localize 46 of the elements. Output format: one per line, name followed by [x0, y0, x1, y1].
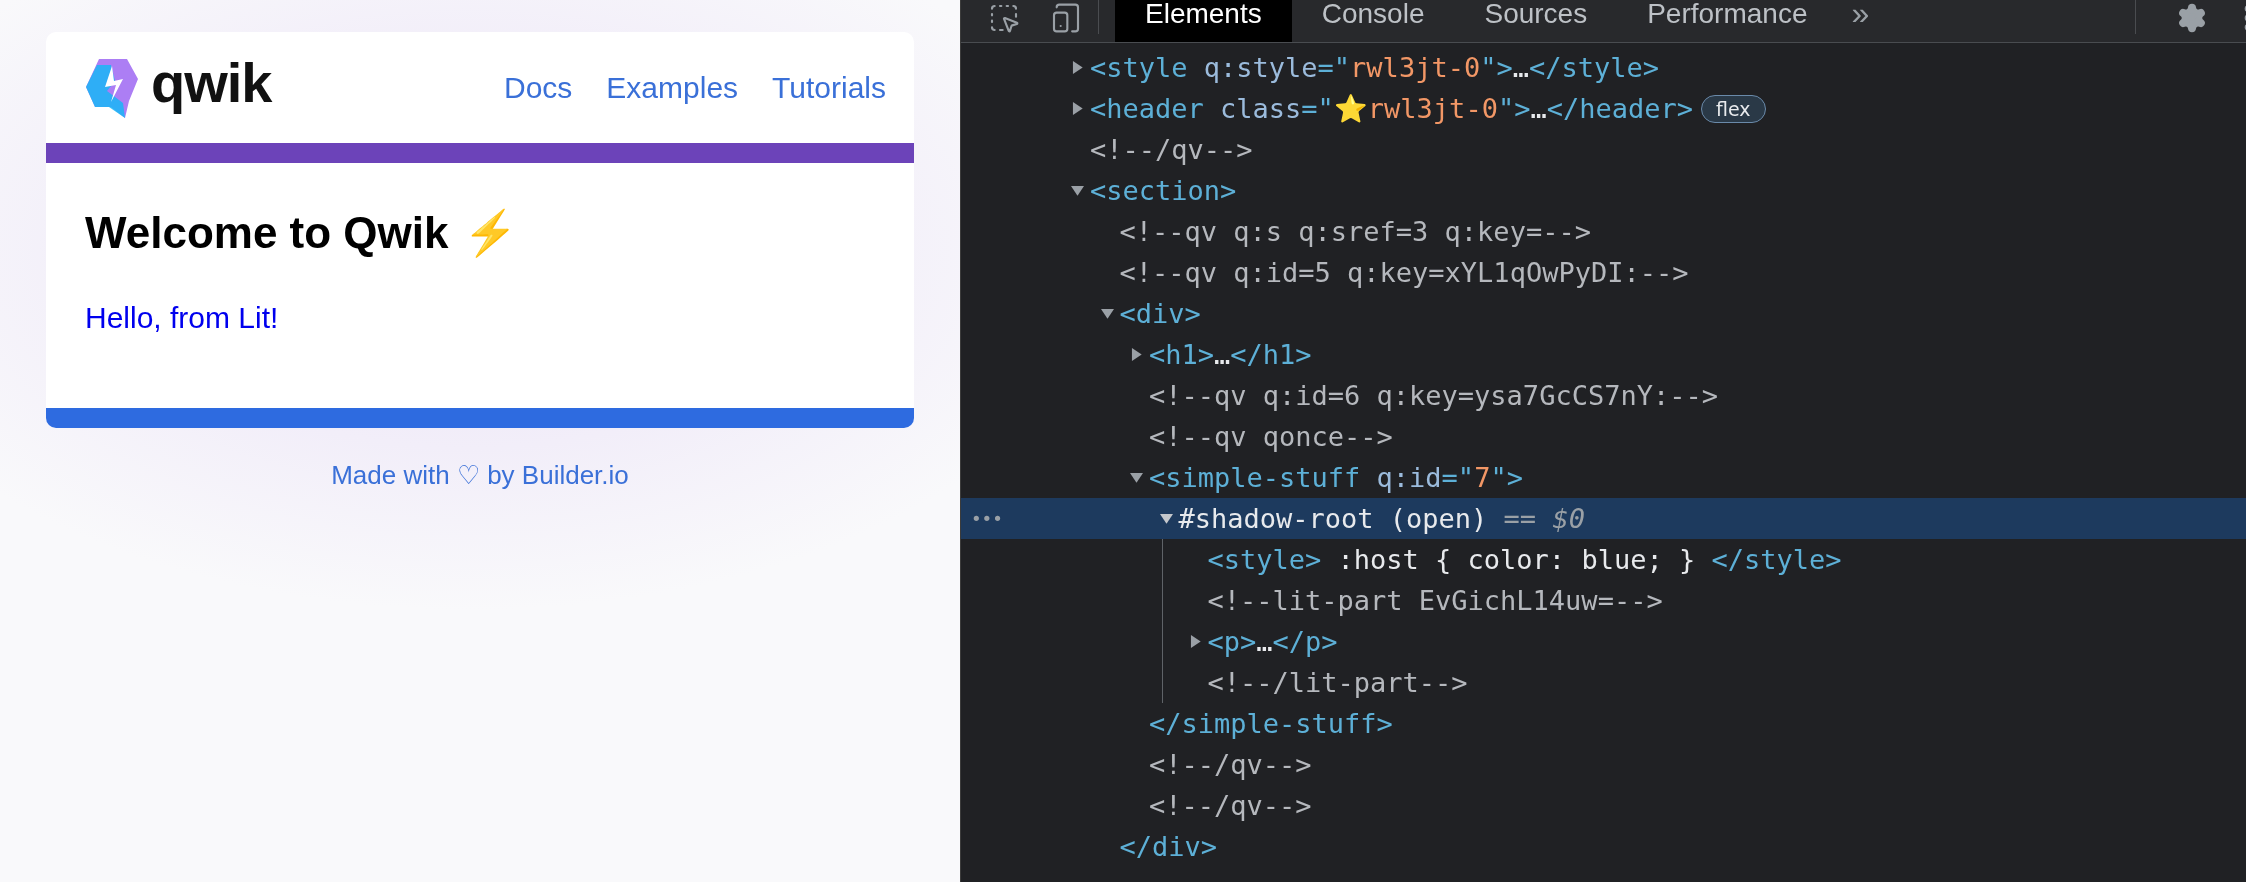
- footer-credit: Made with ♡ by Builder.io: [331, 460, 629, 490]
- devtools-tab[interactable]: Console: [1291, 0, 1455, 42]
- inspect-icon[interactable]: [988, 2, 1020, 34]
- element-node-row[interactable]: <section>: [961, 170, 2246, 211]
- collapsed-triangle-icon[interactable]: [1071, 61, 1084, 74]
- element-node-row[interactable]: <h1>…</h1>: [961, 334, 2246, 375]
- more-tabs-button[interactable]: »: [1837, 0, 1884, 26]
- comment-node-row[interactable]: <!--/qv-->: [961, 744, 2246, 785]
- element-node-row[interactable]: <header class="⭐rwl3jt-0">…</header> flex: [961, 88, 2246, 129]
- element-node-row[interactable]: <style> :host { color: blue; } </style>: [1162, 539, 2246, 580]
- shadow-root-row[interactable]: ••• #shadow-root (open) == $0: [961, 498, 2246, 539]
- devtools-tab[interactable]: Elements: [1115, 0, 1292, 42]
- logo-icon: [85, 56, 139, 119]
- flex-badge[interactable]: flex: [1701, 94, 1766, 123]
- collapsed-triangle-icon[interactable]: [1188, 635, 1202, 648]
- nav-link[interactable]: Tutorials: [772, 70, 886, 105]
- nav-link[interactable]: Examples: [606, 70, 739, 105]
- collapsed-triangle-icon[interactable]: [1130, 348, 1143, 361]
- nav-link[interactable]: Docs: [504, 70, 573, 105]
- element-node-row[interactable]: <style q:style="rwl3jt-0">…</style>: [961, 47, 2246, 88]
- collapsed-triangle-icon[interactable]: [1071, 102, 1084, 115]
- closing-tag-row[interactable]: </simple-stuff>: [961, 703, 2246, 744]
- comment-node-row[interactable]: <!--qv q:id=6 q:key=ysa7GcCS7nY:-->: [961, 375, 2246, 416]
- expanded-triangle-icon[interactable]: [1159, 512, 1173, 525]
- comment-node-row[interactable]: <!--/qv-->: [961, 129, 2246, 170]
- page-heading: Welcome to Qwik: [85, 208, 449, 258]
- comment-node-row[interactable]: <!--qv q:id=5 q:key=xYL1qOwPyDI:-->: [961, 252, 2246, 293]
- element-node-row[interactable]: <div>: [961, 293, 2246, 334]
- expanded-triangle-icon[interactable]: [1071, 184, 1084, 197]
- settings-icon[interactable]: [2176, 2, 2208, 34]
- row-menu-dots[interactable]: •••: [971, 508, 1003, 529]
- devtools-tab[interactable]: Performance: [1617, 0, 1838, 42]
- comment-node-row[interactable]: <!--qv q:s q:sref=3 q:key=-->: [961, 211, 2246, 252]
- expanded-triangle-icon[interactable]: [1100, 307, 1114, 320]
- element-node-row[interactable]: <simple-stuff q:id="7">: [961, 457, 2246, 498]
- comment-node-row[interactable]: <!--/qv-->: [961, 785, 2246, 826]
- comment-node-row[interactable]: <!--qv qonce-->: [961, 416, 2246, 457]
- closing-tag-row[interactable]: </div>: [961, 826, 2246, 867]
- device-icon[interactable]: [1050, 2, 1082, 34]
- comment-node-row[interactable]: <!--/lit-part-->: [1162, 662, 2246, 703]
- devtools-tab[interactable]: Sources: [1454, 0, 1618, 42]
- expanded-triangle-icon[interactable]: [1130, 471, 1143, 484]
- comment-node-row[interactable]: <!--lit-part EvGichL14uw=-->: [1162, 580, 2246, 621]
- element-node-row[interactable]: <p>…</p>: [1162, 621, 2246, 662]
- greeting-text: Hello, from Lit!: [85, 300, 280, 336]
- lightning-emoji: ⚡: [462, 208, 518, 258]
